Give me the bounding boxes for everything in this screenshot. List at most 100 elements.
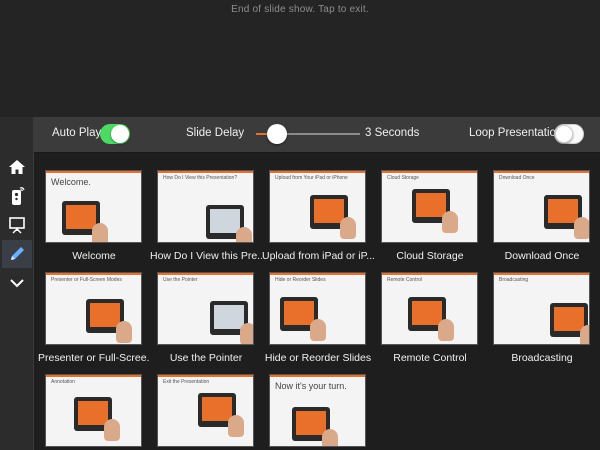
slide-thumbnail[interactable]: Use the Pointer Use the Pointer — [157, 272, 254, 364]
device-screen — [90, 303, 120, 327]
sidebar-item-remote[interactable] — [2, 182, 32, 210]
hand-illustration — [310, 319, 326, 341]
slide-accent-bar — [494, 171, 589, 173]
slide-thumbnail[interactable]: Presenter or Full-Screen Modes Presenter … — [38, 272, 150, 364]
slide-title: Download Once — [499, 175, 535, 181]
slide-caption: Download Once — [504, 250, 580, 262]
slide-title: Now it's your turn. — [275, 381, 347, 391]
slide-preview: Broadcasting — [493, 272, 590, 345]
slide-delay-slider[interactable] — [256, 124, 360, 144]
remote-icon — [12, 187, 25, 205]
hand-illustration — [116, 321, 132, 343]
slide-delay-label: Slide Delay — [186, 127, 245, 139]
device-screen — [78, 401, 108, 425]
slide-title: Hide or Reorder Slides — [275, 277, 326, 283]
slide-accent-bar — [270, 375, 365, 377]
slide-accent-bar — [494, 273, 589, 275]
slide-thumbnail[interactable]: Now it's your turn. — [269, 374, 366, 450]
pen-icon — [11, 247, 24, 260]
sidebar — [0, 117, 34, 450]
slide-preview: Exit the Presentation — [157, 374, 254, 447]
slide-preview: Download Once — [493, 170, 590, 243]
slide-thumbnail[interactable]: Annotation — [45, 374, 142, 450]
slide-thumbnail[interactable]: Welcome. Welcome — [45, 170, 142, 262]
slide-preview: Now it's your turn. — [269, 374, 366, 447]
toggle-knob — [555, 125, 573, 143]
slide-caption: Cloud Storage — [396, 250, 464, 262]
sidebar-item-more[interactable] — [2, 269, 32, 297]
sidebar-item-pen[interactable] — [2, 240, 32, 268]
loop-presentation-toggle[interactable] — [554, 124, 584, 144]
slide-preview: Use the Pointer — [157, 272, 254, 345]
slide-title: Exit the Presentation — [163, 379, 210, 385]
slide-title: How Do I View this Presentation? — [163, 175, 238, 181]
slide-delay-value: 3 Seconds — [365, 127, 420, 139]
slide-title: Cloud Storage — [387, 175, 419, 181]
slide-thumbnail[interactable]: Cloud Storage Cloud Storage — [381, 170, 478, 262]
slide-accent-bar — [270, 171, 365, 173]
slide-title: Use the Pointer — [163, 277, 198, 283]
slide-accent-bar — [158, 273, 253, 275]
slide-preview: Remote Control — [381, 272, 478, 345]
slide-thumbnail[interactable]: Hide or Reorder Slides Hide or Reorder Sl… — [265, 272, 371, 364]
slide-title: Upload from Your iPad or iPhone — [275, 175, 348, 181]
sidebar-item-home[interactable] — [2, 153, 32, 181]
home-icon — [9, 160, 25, 174]
device-screen — [66, 205, 96, 229]
hand-illustration — [228, 415, 244, 437]
slide-caption: Broadcasting — [511, 352, 573, 364]
device-screen — [416, 193, 446, 217]
slide-preview: Cloud Storage — [381, 170, 478, 243]
app-window: End of slide show. Tap to exit. Auto Pla… — [0, 0, 600, 450]
slide-thumbnail[interactable]: Exit the Presentation — [157, 374, 254, 450]
device-screen — [284, 301, 314, 325]
slide-title: Welcome. — [51, 177, 91, 187]
playback-settings-bar: Auto Play Slide Delay 3 Seconds Loop Pre… — [34, 117, 600, 153]
slide-caption: Remote Control — [393, 352, 467, 364]
slide-accent-bar — [158, 375, 253, 377]
slide-accent-bar — [270, 273, 365, 275]
slide-end-area[interactable]: End of slide show. Tap to exit. — [0, 0, 600, 117]
auto-play-label: Auto Play — [52, 127, 102, 139]
slide-thumbnail[interactable]: Remote Control Remote Control — [381, 272, 478, 364]
device-screen — [548, 199, 578, 223]
device-screen — [210, 209, 240, 233]
toggle-knob — [111, 125, 129, 143]
slide-thumbnail[interactable]: Download Once Download Once — [493, 170, 590, 262]
presentation-icon — [9, 217, 25, 234]
slide-thumbnail[interactable]: Broadcasting Broadcasting — [493, 272, 590, 364]
exit-message: End of slide show. Tap to exit. — [231, 4, 369, 15]
chevron-down-icon — [10, 279, 24, 288]
auto-play-toggle[interactable] — [100, 124, 130, 144]
slide-caption: Use the Pointer — [169, 352, 243, 364]
slide-accent-bar — [46, 273, 141, 275]
slide-preview: Annotation — [45, 374, 142, 447]
hand-illustration — [92, 223, 108, 242]
device-screen — [214, 305, 244, 329]
sidebar-item-presentation[interactable] — [2, 211, 32, 239]
hand-illustration — [104, 419, 120, 441]
slider-thumb[interactable] — [266, 124, 287, 144]
device-screen — [202, 397, 232, 421]
slide-title: Annotation — [51, 379, 75, 385]
slide-caption: Welcome — [72, 250, 116, 262]
device-screen — [554, 307, 584, 331]
hand-illustration — [240, 323, 253, 344]
hand-illustration — [580, 325, 589, 344]
slide-caption: How Do I View this Pre... — [150, 250, 262, 262]
slide-accent-bar — [46, 171, 141, 173]
device-screen — [412, 301, 442, 325]
loop-presentation-label: Loop Presentation — [469, 127, 563, 139]
slide-caption: Presenter or Full-Scree... — [38, 352, 150, 364]
slide-accent-bar — [382, 171, 477, 173]
slide-thumbnail[interactable]: Upload from Your iPad or iPhone Upload fr… — [262, 170, 374, 262]
slide-thumbnail[interactable]: How Do I View this Presentation? How Do I… — [150, 170, 262, 262]
slide-preview: Welcome. — [45, 170, 142, 243]
slide-grid: Welcome. Welcome How Do I View this Presen… — [34, 153, 600, 450]
slide-title: Presenter or Full-Screen Modes — [51, 277, 122, 283]
hand-illustration — [438, 319, 454, 341]
slide-preview: How Do I View this Presentation? — [157, 170, 254, 243]
hand-illustration — [574, 217, 589, 239]
hand-illustration — [236, 227, 252, 242]
device-screen — [296, 411, 326, 435]
